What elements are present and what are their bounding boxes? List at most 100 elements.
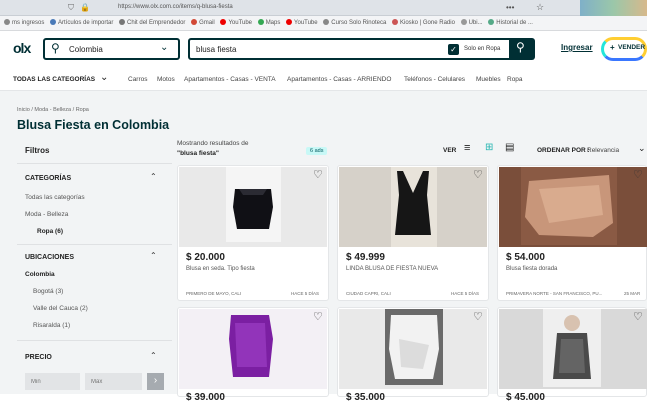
site-header: olx ⚲ Colombia ⌄ blusa fiesta ✓ Solo en …: [0, 31, 647, 69]
product-photo: [385, 309, 443, 385]
product-date: Hace 5 días: [451, 291, 480, 296]
category-nav: TODAS LAS CATEGORÍAS ⌄ Carros Motos Apar…: [0, 69, 647, 91]
filter-category-all[interactable]: Todas las categorías: [25, 194, 85, 201]
results-showing: Mostrando resultados de: [177, 140, 249, 147]
grid-view-icon[interactable]: ⊞: [485, 142, 493, 153]
chevron-up-icon[interactable]: ⌃: [150, 251, 157, 260]
filters-sidebar: Filtros CATEGORÍAS ⌃ Todas las categoría…: [17, 136, 172, 394]
favorite-heart-icon[interactable]: ♡: [313, 310, 323, 323]
product-card[interactable]: ♡ $ 35.000: [337, 307, 489, 403]
nav-item-muebles[interactable]: Muebles: [476, 76, 501, 83]
nav-item-motos[interactable]: Motos: [157, 76, 175, 83]
all-categories-menu[interactable]: TODAS LAS CATEGORÍAS: [13, 76, 95, 83]
product-image: [179, 309, 327, 389]
bookmark-item[interactable]: YouTube: [220, 16, 252, 30]
price-max-input[interactable]: [85, 373, 142, 390]
favorite-heart-icon[interactable]: ♡: [633, 310, 643, 323]
price-apply-button[interactable]: ›: [147, 373, 164, 390]
bookmark-icon: [323, 19, 330, 26]
filter-location-bogota[interactable]: Bogotá (3): [33, 288, 63, 295]
gallery-view-icon[interactable]: ▤: [505, 142, 514, 153]
bookmark-item[interactable]: ms ingresos: [4, 16, 44, 30]
bookmark-item[interactable]: Ubi...: [460, 16, 483, 30]
product-photo: [226, 167, 281, 242]
bookmark-item[interactable]: Historial de ...: [488, 16, 533, 30]
nav-item-apartamentos-venta[interactable]: Apartamentos - Casas - VENTA: [184, 76, 276, 83]
product-image: [499, 309, 647, 389]
favorite-heart-icon[interactable]: ♡: [473, 168, 483, 181]
more-icon[interactable]: •••: [506, 3, 514, 12]
nav-item-carros[interactable]: Carros: [128, 76, 148, 83]
bookmark-item[interactable]: Artículos de importar: [50, 16, 113, 30]
url-bar[interactable]: https://www.olx.com.co/items/q-blusa-fie…: [118, 4, 233, 10]
filter-category-ropa[interactable]: Ropa (6): [37, 228, 63, 235]
search-button[interactable]: ⚲: [510, 38, 535, 60]
bookmark-item[interactable]: YouTube: [286, 16, 318, 30]
nav-item-telefonos[interactable]: Teléfonos - Celulares: [404, 76, 465, 83]
filter-location-valle[interactable]: Valle del Cauca (2): [33, 305, 88, 312]
nav-item-apartamentos-arriendo[interactable]: Apartamentos - Casas - ARRIENDO: [287, 76, 391, 83]
bookmark-icon: [488, 19, 495, 26]
product-image: [499, 167, 647, 247]
chevron-down-icon[interactable]: ⌄: [100, 72, 108, 83]
product-price: $ 54.000: [506, 252, 545, 263]
chevron-up-icon[interactable]: ⌃: [150, 172, 157, 181]
results-count-badge: 6 ads: [306, 147, 328, 155]
shield-icon: ⛉: [68, 3, 74, 12]
nav-item-ropa[interactable]: Ropa: [507, 76, 523, 83]
search-value: blusa fiesta: [196, 45, 237, 54]
olx-logo[interactable]: olx: [13, 40, 31, 56]
page-title: Blusa Fiesta en Colombia: [17, 118, 170, 132]
extension-thumbnail: [580, 0, 647, 16]
filter-category-moda[interactable]: Moda - Belleza: [25, 211, 68, 218]
product-card[interactable]: ♡ $ 20.000 Blusa en seda. Tipo fiesta Pr…: [177, 165, 329, 301]
bookmark-label: Ubi...: [468, 20, 483, 26]
view-label: VER: [443, 147, 457, 154]
bookmark-item[interactable]: Maps: [257, 16, 280, 30]
bookmark-item[interactable]: Curso Solo Rinoteca: [323, 16, 386, 30]
product-card[interactable]: ♡ $ 39.000: [177, 307, 329, 403]
lock-icon: 🔒: [80, 3, 90, 12]
bookmark-label: Chit del Emprendedor: [127, 20, 186, 26]
location-selector[interactable]: ⚲ Colombia ⌄: [43, 38, 180, 60]
results-query: "blusa fiesta": [177, 150, 219, 157]
filter-location-country[interactable]: Colombia: [25, 271, 55, 278]
product-image: [339, 167, 487, 247]
bookmark-item[interactable]: Chit del Emprendedor: [119, 16, 186, 30]
product-card[interactable]: ♡ $ 49.999 LINDA BLUSA DE FIESTA NUEVA C…: [337, 165, 489, 301]
bookmark-item[interactable]: Kiosko | Gone Radio: [391, 16, 455, 30]
bookmark-icon: [119, 19, 126, 26]
product-card[interactable]: ♡ $ 54.000 Blusa fiesta dorada Primavera…: [497, 165, 647, 301]
chevron-down-icon[interactable]: ⌄: [638, 143, 646, 154]
bookmark-label: Kiosko | Gone Radio: [399, 20, 455, 26]
product-price: $ 20.000: [186, 252, 225, 263]
product-image: [179, 167, 327, 247]
search-icon: ⚲: [516, 40, 525, 54]
youtube-icon: [286, 19, 293, 26]
bookmark-star-icon[interactable]: ☆: [536, 2, 544, 13]
order-select[interactable]: Relevancia: [587, 147, 619, 154]
bookmark-icon: [50, 19, 57, 26]
browser-toolbar: ⛉ 🔒 https://www.olx.com.co/items/q-blusa…: [0, 0, 647, 16]
chevron-up-icon[interactable]: ⌃: [150, 351, 157, 360]
divider: [17, 163, 172, 164]
divider: [17, 340, 172, 341]
product-title: LINDA BLUSA DE FIESTA NUEVA: [346, 266, 439, 272]
price-min-input[interactable]: [25, 373, 80, 390]
product-title: Blusa en seda. Tipo fiesta: [186, 266, 255, 272]
favorite-heart-icon[interactable]: ♡: [313, 168, 323, 181]
breadcrumb[interactable]: Inicio / Moda - Belleza / Ropa: [17, 107, 89, 113]
filter-location-risaralda[interactable]: Risaralda (1): [33, 322, 70, 329]
sell-button[interactable]: + VENDER: [601, 37, 647, 61]
login-link[interactable]: Ingresar: [561, 43, 593, 52]
bookmark-item[interactable]: Gmail: [191, 16, 215, 30]
favorite-heart-icon[interactable]: ♡: [633, 168, 643, 181]
location-value: Colombia: [69, 45, 103, 54]
favorite-heart-icon[interactable]: ♡: [473, 310, 483, 323]
nearby-checkbox[interactable]: ✓: [448, 44, 459, 55]
list-view-icon[interactable]: ≡: [464, 142, 470, 154]
bookmark-label: Gmail: [199, 20, 215, 26]
search-input[interactable]: blusa fiesta ✓ Solo en Ropa: [188, 38, 511, 60]
product-location: Ciudad Capri, Cali: [346, 291, 391, 296]
product-card[interactable]: ♡ $ 45.000: [497, 307, 647, 403]
